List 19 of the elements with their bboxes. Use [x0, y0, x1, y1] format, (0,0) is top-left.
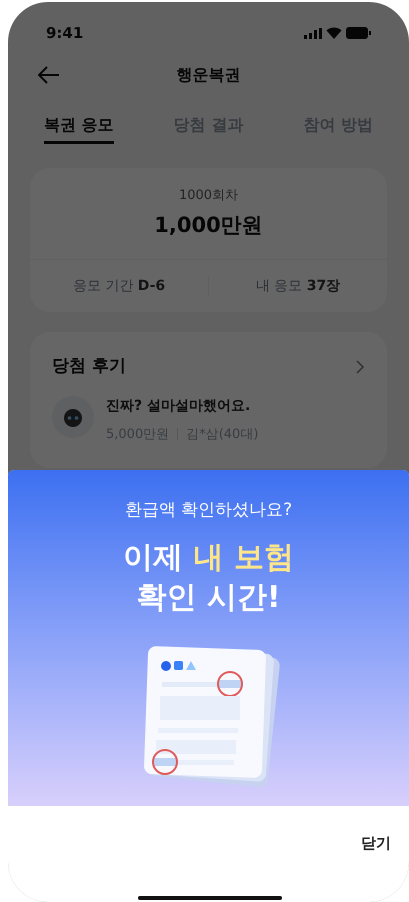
- promo-headline: 이제 내 보험: [123, 538, 294, 576]
- status-time: 9:41: [46, 22, 84, 44]
- robot-avatar-icon: [52, 396, 94, 438]
- battery-icon: [346, 27, 371, 39]
- tab[interactable]: 복권 응모: [44, 104, 114, 144]
- signal-icon: [304, 28, 322, 38]
- review-text: 진짜? 설마설마했어요.: [106, 396, 252, 416]
- wifi-icon: [326, 27, 342, 39]
- promo-subtitle: 환급액 확인하셨나요?: [124, 499, 292, 522]
- section-title: 당첨 후기: [52, 355, 126, 378]
- chevron-right-icon[interactable]: [356, 360, 365, 374]
- prize-amount: 1,000만원: [154, 212, 263, 238]
- stat-text: 응모 기간 D-6: [72, 276, 166, 296]
- close-button[interactable]: 닫기: [357, 832, 395, 854]
- stat-text: 내 응모 37장: [256, 276, 340, 296]
- round-label: 1000회차: [178, 187, 238, 205]
- page-title: 행운복권: [176, 64, 240, 86]
- promo-headline: 확인 시간!: [136, 578, 281, 616]
- back-arrow-icon[interactable]: [38, 66, 60, 84]
